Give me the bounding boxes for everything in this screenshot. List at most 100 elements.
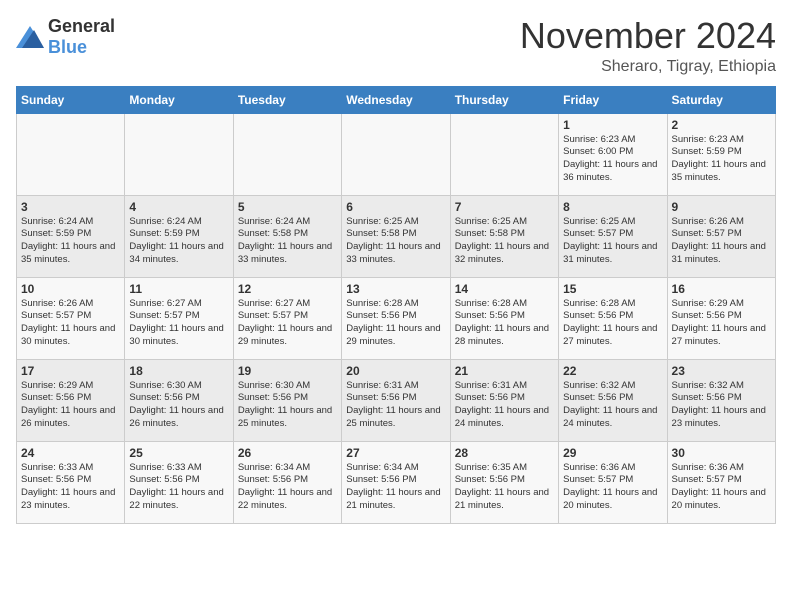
header-day: Wednesday [342, 86, 450, 113]
day-number: 21 [455, 364, 554, 378]
calendar-cell: 18 Sunrise: 6:30 AM Sunset: 5:56 PM Dayli… [125, 359, 233, 441]
calendar-cell: 7 Sunrise: 6:25 AM Sunset: 5:58 PM Daylig… [450, 195, 558, 277]
day-info: Sunrise: 6:24 AM Sunset: 5:59 PM Dayligh… [21, 216, 120, 267]
calendar-cell: 19 Sunrise: 6:30 AM Sunset: 5:56 PM Dayli… [233, 359, 341, 441]
day-number: 12 [238, 282, 337, 296]
day-info: Sunrise: 6:34 AM Sunset: 5:56 PM Dayligh… [238, 462, 337, 513]
calendar-cell: 25 Sunrise: 6:33 AM Sunset: 5:56 PM Dayli… [125, 441, 233, 523]
day-number: 25 [129, 446, 228, 460]
day-info: Sunrise: 6:36 AM Sunset: 5:57 PM Dayligh… [563, 462, 662, 513]
day-number: 17 [21, 364, 120, 378]
day-number: 30 [672, 446, 771, 460]
day-info: Sunrise: 6:36 AM Sunset: 5:57 PM Dayligh… [672, 462, 771, 513]
day-info: Sunrise: 6:32 AM Sunset: 5:56 PM Dayligh… [563, 380, 662, 431]
page-header: General Blue November 2024 Sheraro, Tigr… [16, 16, 776, 76]
day-info: Sunrise: 6:31 AM Sunset: 5:56 PM Dayligh… [455, 380, 554, 431]
day-number: 11 [129, 282, 228, 296]
day-info: Sunrise: 6:33 AM Sunset: 5:56 PM Dayligh… [21, 462, 120, 513]
calendar-cell: 1 Sunrise: 6:23 AM Sunset: 6:00 PM Daylig… [559, 113, 667, 195]
day-number: 14 [455, 282, 554, 296]
day-number: 18 [129, 364, 228, 378]
day-number: 2 [672, 118, 771, 132]
calendar-week: 3 Sunrise: 6:24 AM Sunset: 5:59 PM Daylig… [17, 195, 776, 277]
day-info: Sunrise: 6:27 AM Sunset: 5:57 PM Dayligh… [238, 298, 337, 349]
day-info: Sunrise: 6:26 AM Sunset: 5:57 PM Dayligh… [21, 298, 120, 349]
day-info: Sunrise: 6:23 AM Sunset: 6:00 PM Dayligh… [563, 134, 662, 185]
calendar-cell: 5 Sunrise: 6:24 AM Sunset: 5:58 PM Daylig… [233, 195, 341, 277]
logo-text: General Blue [48, 16, 115, 58]
calendar-cell [125, 113, 233, 195]
calendar-cell: 15 Sunrise: 6:28 AM Sunset: 5:56 PM Dayli… [559, 277, 667, 359]
logo: General Blue [16, 16, 115, 58]
day-number: 9 [672, 200, 771, 214]
calendar-cell: 9 Sunrise: 6:26 AM Sunset: 5:57 PM Daylig… [667, 195, 775, 277]
header-day: Tuesday [233, 86, 341, 113]
calendar-cell: 29Sunrise: 6:36 AM Sunset: 5:57 PM Dayli… [559, 441, 667, 523]
day-info: Sunrise: 6:30 AM Sunset: 5:56 PM Dayligh… [238, 380, 337, 431]
calendar-cell: 20 Sunrise: 6:31 AM Sunset: 5:56 PM Dayli… [342, 359, 450, 441]
header-day: Friday [559, 86, 667, 113]
header-day: Monday [125, 86, 233, 113]
day-info: Sunrise: 6:34 AM Sunset: 5:56 PM Dayligh… [346, 462, 445, 513]
calendar-week: 24 Sunrise: 6:33 AM Sunset: 5:56 PM Dayli… [17, 441, 776, 523]
day-number: 3 [21, 200, 120, 214]
day-info: Sunrise: 6:28 AM Sunset: 5:56 PM Dayligh… [346, 298, 445, 349]
calendar-cell: 2 Sunrise: 6:23 AM Sunset: 5:59 PM Daylig… [667, 113, 775, 195]
logo-general: General [48, 16, 115, 36]
title-block: November 2024 Sheraro, Tigray, Ethiopia [520, 16, 776, 76]
logo-blue: Blue [48, 37, 87, 57]
calendar-cell [17, 113, 125, 195]
day-number: 1 [563, 118, 662, 132]
calendar-cell: 14 Sunrise: 6:28 AM Sunset: 5:56 PM Dayli… [450, 277, 558, 359]
day-info: Sunrise: 6:26 AM Sunset: 5:57 PM Dayligh… [672, 216, 771, 267]
day-info: Sunrise: 6:25 AM Sunset: 5:58 PM Dayligh… [455, 216, 554, 267]
day-number: 22 [563, 364, 662, 378]
day-number: 27 [346, 446, 445, 460]
day-info: Sunrise: 6:29 AM Sunset: 5:56 PM Dayligh… [672, 298, 771, 349]
logo-icon [16, 26, 44, 48]
day-info: Sunrise: 6:31 AM Sunset: 5:56 PM Dayligh… [346, 380, 445, 431]
calendar-cell: 27 Sunrise: 6:34 AM Sunset: 5:56 PM Dayli… [342, 441, 450, 523]
day-info: Sunrise: 6:27 AM Sunset: 5:57 PM Dayligh… [129, 298, 228, 349]
day-number: 5 [238, 200, 337, 214]
day-number: 24 [21, 446, 120, 460]
day-info: Sunrise: 6:24 AM Sunset: 5:58 PM Dayligh… [238, 216, 337, 267]
header-day: Thursday [450, 86, 558, 113]
day-number: 28 [455, 446, 554, 460]
day-info: Sunrise: 6:23 AM Sunset: 5:59 PM Dayligh… [672, 134, 771, 185]
calendar-table: SundayMondayTuesdayWednesdayThursdayFrid… [16, 86, 776, 524]
day-number: 10 [21, 282, 120, 296]
calendar-cell: 28Sunrise: 6:35 AM Sunset: 5:56 PM Dayli… [450, 441, 558, 523]
day-number: 15 [563, 282, 662, 296]
calendar-cell: 12 Sunrise: 6:27 AM Sunset: 5:57 PM Dayli… [233, 277, 341, 359]
day-number: 4 [129, 200, 228, 214]
calendar-cell: 23Sunrise: 6:32 AM Sunset: 5:56 PM Dayli… [667, 359, 775, 441]
calendar-week: 17Sunrise: 6:29 AM Sunset: 5:56 PM Dayli… [17, 359, 776, 441]
day-number: 13 [346, 282, 445, 296]
calendar-cell: 6 Sunrise: 6:25 AM Sunset: 5:58 PM Daylig… [342, 195, 450, 277]
day-info: Sunrise: 6:28 AM Sunset: 5:56 PM Dayligh… [563, 298, 662, 349]
calendar-body: 1 Sunrise: 6:23 AM Sunset: 6:00 PM Daylig… [17, 113, 776, 523]
day-number: 6 [346, 200, 445, 214]
header-row: SundayMondayTuesdayWednesdayThursdayFrid… [17, 86, 776, 113]
calendar-cell: 24 Sunrise: 6:33 AM Sunset: 5:56 PM Dayli… [17, 441, 125, 523]
calendar-cell: 30 Sunrise: 6:36 AM Sunset: 5:57 PM Dayli… [667, 441, 775, 523]
calendar-cell [450, 113, 558, 195]
day-number: 23 [672, 364, 771, 378]
calendar-header: SundayMondayTuesdayWednesdayThursdayFrid… [17, 86, 776, 113]
day-number: 7 [455, 200, 554, 214]
day-number: 19 [238, 364, 337, 378]
calendar-cell: 11 Sunrise: 6:27 AM Sunset: 5:57 PM Dayli… [125, 277, 233, 359]
day-info: Sunrise: 6:33 AM Sunset: 5:56 PM Dayligh… [129, 462, 228, 513]
month-title: November 2024 [520, 16, 776, 56]
day-number: 8 [563, 200, 662, 214]
day-info: Sunrise: 6:28 AM Sunset: 5:56 PM Dayligh… [455, 298, 554, 349]
calendar-cell: 16Sunrise: 6:29 AM Sunset: 5:56 PM Dayli… [667, 277, 775, 359]
day-info: Sunrise: 6:25 AM Sunset: 5:58 PM Dayligh… [346, 216, 445, 267]
calendar-cell: 13 Sunrise: 6:28 AM Sunset: 5:56 PM Dayli… [342, 277, 450, 359]
calendar-cell: 4Sunrise: 6:24 AM Sunset: 5:59 PM Daylig… [125, 195, 233, 277]
header-day: Saturday [667, 86, 775, 113]
day-number: 20 [346, 364, 445, 378]
calendar-cell: 22 Sunrise: 6:32 AM Sunset: 5:56 PM Dayli… [559, 359, 667, 441]
day-info: Sunrise: 6:30 AM Sunset: 5:56 PM Dayligh… [129, 380, 228, 431]
